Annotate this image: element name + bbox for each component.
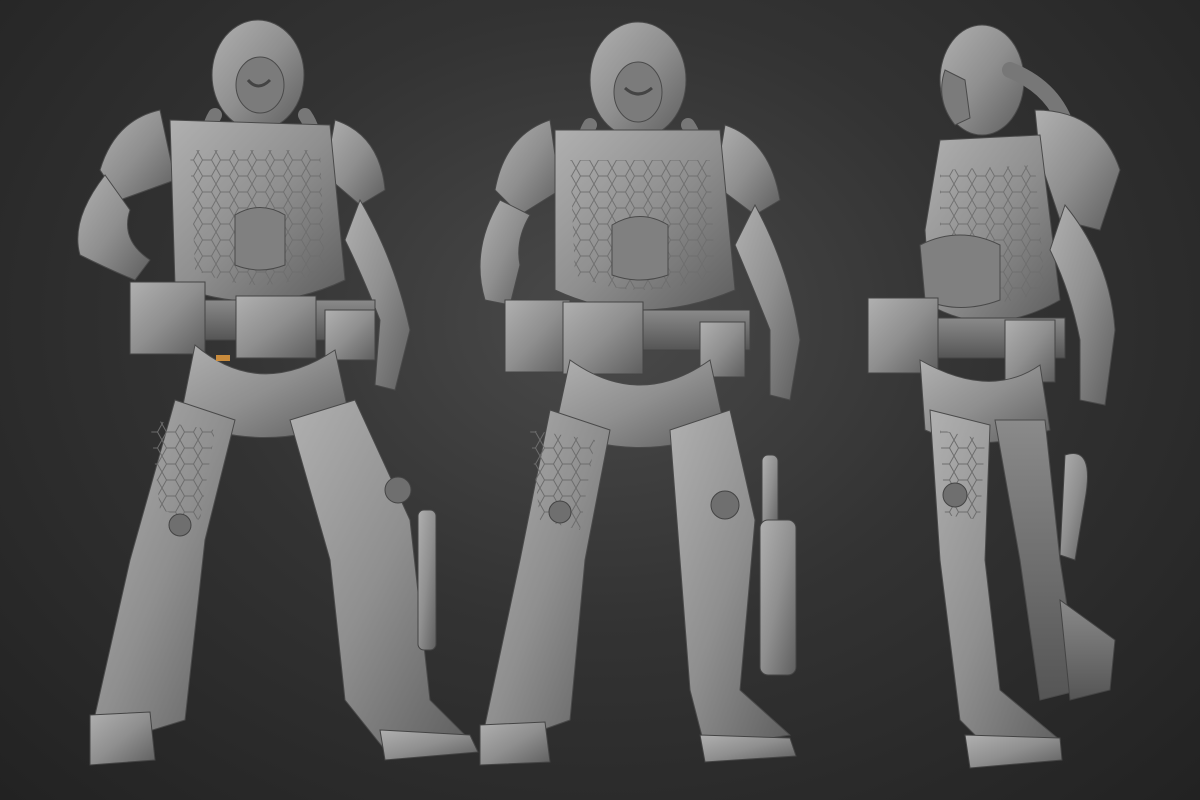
- belt-box-left: [504, 299, 571, 373]
- shoulder-pad-left: [494, 119, 561, 216]
- arm-left: [479, 199, 531, 306]
- belt-box-front: [867, 297, 939, 374]
- belt-box-left: [129, 281, 206, 355]
- character-figure-front-left: [77, 19, 479, 766]
- sculpt-viewport: [0, 0, 1200, 800]
- knee-vent: [384, 476, 412, 504]
- arm-right: [344, 198, 411, 391]
- visor: [613, 61, 663, 123]
- character-figure-side: [867, 24, 1121, 769]
- knee-vent: [710, 490, 740, 520]
- character-figure-front-right: [479, 21, 801, 766]
- render-canvas: [77, 19, 1121, 769]
- belt-box-center: [235, 295, 317, 359]
- leg-right: [289, 399, 472, 751]
- arm: [1049, 203, 1116, 406]
- knee-vent: [942, 482, 968, 508]
